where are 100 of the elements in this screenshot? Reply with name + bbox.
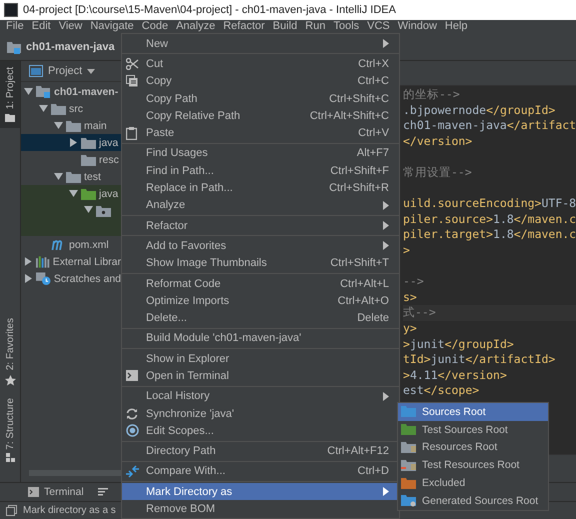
code-line: >4.11</version> bbox=[403, 368, 508, 384]
tree-item[interactable]: Scratches and bbox=[21, 270, 121, 287]
list-icon[interactable] bbox=[98, 488, 108, 496]
app-logo-icon bbox=[4, 3, 18, 17]
menu-item[interactable]: Resources Root bbox=[398, 438, 548, 456]
status-text: Mark directory as a s bbox=[23, 505, 116, 516]
menu-item[interactable]: Copy Path Ctrl+Shift+C bbox=[122, 90, 399, 108]
tree-item[interactable]: java bbox=[21, 185, 121, 202]
menu-item[interactable]: Synchronize 'java' bbox=[122, 404, 399, 422]
expanded-arrow-icon[interactable] bbox=[69, 189, 78, 198]
expanded-arrow-icon[interactable] bbox=[24, 87, 33, 96]
menu-item[interactable]: Edit Scopes... bbox=[122, 422, 399, 440]
menu-item[interactable]: Cut Ctrl+X bbox=[122, 55, 399, 73]
menu-item[interactable]: Local History bbox=[122, 388, 399, 405]
expanded-arrow-icon[interactable] bbox=[54, 121, 63, 130]
code-line: tId>junit</artifactId> bbox=[403, 352, 556, 368]
menu-item[interactable]: Find in Path... Ctrl+Shift+F bbox=[122, 162, 399, 180]
tree-item[interactable]: java bbox=[21, 134, 121, 151]
tree-item[interactable]: External Librar bbox=[21, 253, 121, 270]
project-view-icon bbox=[29, 65, 43, 77]
menu-item[interactable]: Add to Favorites bbox=[122, 237, 399, 255]
tool-window-tab[interactable]: 2: Favorites bbox=[0, 312, 20, 392]
tree-item[interactable]: pom.xml bbox=[21, 236, 121, 253]
panel-title[interactable]: Project bbox=[48, 65, 82, 77]
folder-icon bbox=[81, 154, 96, 166]
tree-item[interactable]: ch01-maven- bbox=[21, 83, 121, 100]
menu-item[interactable]: Generated Sources Root bbox=[398, 492, 548, 510]
menu-item[interactable]: Mark Directory as bbox=[122, 483, 399, 500]
menu-item[interactable]: New bbox=[122, 35, 399, 52]
scissors-icon bbox=[126, 58, 139, 70]
folder-icon bbox=[66, 120, 81, 132]
menu-item[interactable]: Optimize Imports Ctrl+Alt+O bbox=[122, 292, 399, 310]
collapsed-arrow-icon[interactable] bbox=[24, 274, 33, 283]
menu-item[interactable]: Compare With... Ctrl+D bbox=[122, 462, 399, 480]
code-line: piler.source>1.8</maven.c bbox=[403, 212, 576, 228]
menu-item[interactable]: Show Image Thumbnails Ctrl+Shift+T bbox=[122, 254, 399, 272]
menu-item[interactable]: Directory Path Ctrl+Alt+F12 bbox=[122, 442, 399, 460]
folder-icon bbox=[401, 476, 417, 490]
expanded-arrow-icon[interactable] bbox=[39, 104, 48, 113]
menu-item[interactable]: Reformat Code Ctrl+Alt+L bbox=[122, 274, 399, 292]
menu-bar-item[interactable]: Build bbox=[268, 20, 302, 32]
dropdown-caret-icon[interactable] bbox=[87, 68, 96, 74]
expanded-arrow-icon[interactable] bbox=[84, 205, 93, 214]
menu-item[interactable]: Analyze bbox=[122, 196, 399, 214]
tree-item[interactable]: test bbox=[21, 168, 121, 185]
menu-bar-item[interactable]: Tools bbox=[329, 20, 364, 32]
folder-icon bbox=[401, 440, 417, 454]
menu-item[interactable]: Copy Ctrl+C bbox=[122, 72, 399, 90]
folder-icon bbox=[51, 102, 66, 114]
tree-item[interactable] bbox=[21, 202, 121, 236]
collapsed-arrow-icon[interactable] bbox=[69, 138, 78, 147]
tool-window-tab[interactable]: 7: Structure bbox=[0, 392, 20, 468]
menu-bar-item[interactable]: Edit bbox=[28, 20, 55, 32]
star-icon bbox=[4, 374, 16, 386]
tree-item[interactable]: main bbox=[21, 117, 121, 134]
tree-item[interactable]: src bbox=[21, 100, 121, 117]
terminal-tab[interactable]: Terminal bbox=[28, 486, 84, 498]
package-icon bbox=[96, 205, 111, 217]
menu-item[interactable]: Test Sources Root bbox=[398, 420, 548, 439]
menu-bar-item[interactable]: File bbox=[2, 20, 28, 32]
menu-item[interactable]: Replace in Path... Ctrl+Shift+R bbox=[122, 179, 399, 197]
breadcrumb[interactable]: ch01-maven-java bbox=[26, 40, 115, 52]
menu-item[interactable]: Show in Explorer bbox=[122, 350, 399, 368]
menu-item[interactable]: Find Usages Alt+F7 bbox=[122, 144, 399, 162]
menu-bar-item[interactable]: Refactor bbox=[219, 20, 269, 32]
menu-item[interactable]: Sources Root bbox=[398, 403, 548, 421]
window-icon[interactable] bbox=[6, 505, 17, 516]
menu-bar-item[interactable]: VCS bbox=[363, 20, 394, 32]
menu-item[interactable]: Delete... Delete bbox=[122, 309, 399, 327]
clipboard-icon bbox=[126, 126, 137, 140]
folder-icon bbox=[81, 136, 96, 148]
menu-bar-item[interactable]: Navigate bbox=[86, 20, 138, 32]
expanded-arrow-icon[interactable] bbox=[54, 172, 63, 181]
menu-bar-item[interactable]: Run bbox=[301, 20, 330, 32]
menu-bar-item[interactable]: Code bbox=[138, 20, 172, 32]
tool-window-tab[interactable]: 1: Project bbox=[0, 61, 20, 128]
code-line: piler.target>1.8</maven.c bbox=[403, 227, 576, 243]
menu-bar-item[interactable]: Help bbox=[440, 20, 472, 32]
menu-item[interactable]: Paste Ctrl+V bbox=[122, 124, 399, 142]
compare-arrows-icon bbox=[126, 464, 139, 478]
code-line: > bbox=[403, 242, 411, 259]
module-folder-icon bbox=[6, 40, 22, 54]
menu-item[interactable]: Excluded bbox=[398, 474, 548, 492]
menu-item[interactable]: Remove BOM bbox=[122, 500, 399, 518]
menu-item[interactable]: Open in Terminal bbox=[122, 367, 399, 385]
menu-bar-item[interactable]: Window bbox=[394, 20, 441, 32]
menu-bar-item[interactable]: View bbox=[54, 20, 86, 32]
copy-icon bbox=[126, 75, 138, 88]
tree-item[interactable]: resc bbox=[21, 151, 121, 168]
menu-bar-item[interactable]: Analyze bbox=[172, 20, 220, 32]
menu-item[interactable]: Refactor bbox=[122, 216, 399, 234]
folder-icon bbox=[66, 170, 81, 182]
scratch-clock-icon bbox=[36, 272, 51, 286]
menu-item[interactable]: Test Resources Root bbox=[398, 456, 548, 474]
collapsed-arrow-icon[interactable] bbox=[24, 257, 33, 266]
library-icon bbox=[36, 256, 50, 268]
folder-icon bbox=[5, 113, 15, 122]
folder-icon bbox=[401, 494, 417, 508]
menu-item[interactable]: Copy Relative Path Ctrl+Alt+Shift+C bbox=[122, 107, 399, 124]
menu-item[interactable]: Build Module 'ch01-maven-java' bbox=[122, 330, 399, 348]
